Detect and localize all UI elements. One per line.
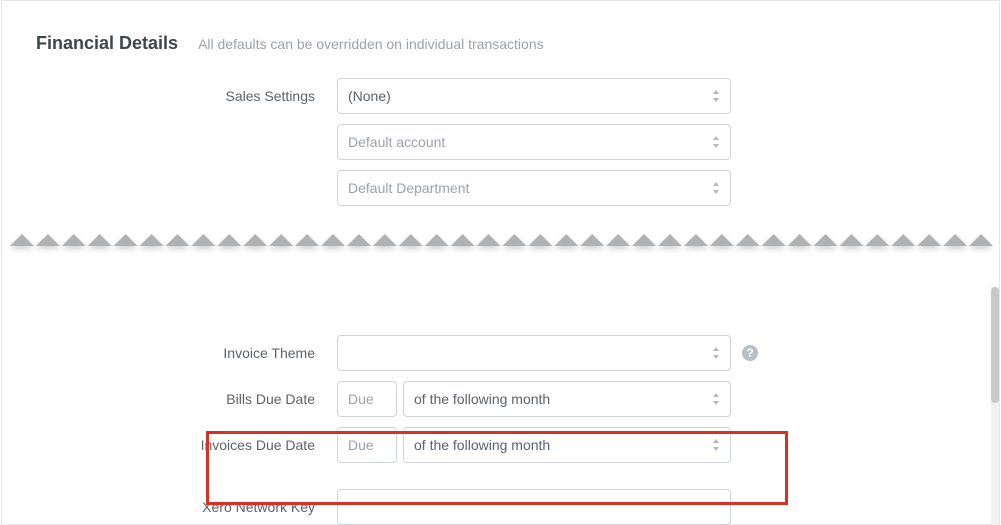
bills-due-placeholder: Due: [348, 391, 374, 407]
help-icon[interactable]: ?: [741, 344, 759, 362]
bills-period-select[interactable]: of the following month: [403, 381, 731, 417]
sort-icon: [710, 135, 722, 149]
bills-period-value: of the following month: [414, 391, 550, 407]
svg-text:?: ?: [746, 346, 753, 360]
label-xero-network-key: Xero Network Key: [2, 499, 337, 515]
form-area-bottom: Invoice Theme ? Bills Due Date Due: [2, 335, 999, 525]
default-department-placeholder: Default Department: [348, 180, 469, 196]
row-default-account: Default account: [2, 124, 999, 160]
sort-icon: [710, 438, 722, 452]
invoices-due-date-combo: Due of the following month: [337, 427, 731, 463]
sales-settings-value: (None): [348, 88, 391, 104]
default-account-placeholder: Default account: [348, 134, 445, 150]
bills-due-input[interactable]: Due: [337, 381, 397, 417]
row-invoice-theme: Invoice Theme ?: [2, 335, 999, 371]
invoices-period-value: of the following month: [414, 437, 550, 453]
bills-due-date-combo: Due of the following month: [337, 381, 731, 417]
section-header: Financial Details All defaults can be ov…: [2, 1, 999, 78]
label-bills-due-date: Bills Due Date: [2, 391, 337, 407]
row-default-department: Default Department: [2, 170, 999, 206]
label-invoices-due-date: Invoices Due Date: [2, 437, 337, 453]
row-bills-due-date: Bills Due Date Due of the following mont…: [2, 381, 999, 417]
default-department-select[interactable]: Default Department: [337, 170, 731, 206]
torn-divider: [2, 224, 999, 260]
row-xero-network-key: Xero Network Key: [2, 489, 999, 525]
label-sales-settings: Sales Settings: [2, 88, 337, 104]
form-area-top: Sales Settings (None) Default account De…: [2, 78, 999, 206]
financial-details-panel: Financial Details All defaults can be ov…: [1, 0, 1000, 525]
invoice-theme-select[interactable]: [337, 335, 731, 371]
section-title: Financial Details: [36, 33, 178, 54]
invoices-due-input[interactable]: Due: [337, 427, 397, 463]
invoices-due-placeholder: Due: [348, 437, 374, 453]
invoices-period-select[interactable]: of the following month: [403, 427, 731, 463]
sort-icon: [710, 89, 722, 103]
scrollbar-track[interactable]: [991, 287, 999, 525]
label-invoice-theme: Invoice Theme: [2, 345, 337, 361]
scrollbar-thumb[interactable]: [991, 287, 999, 403]
section-subtitle: All defaults can be overridden on indivi…: [198, 36, 544, 52]
row-invoices-due-date: Invoices Due Date Due of the following m…: [2, 427, 999, 463]
sales-settings-select[interactable]: (None): [337, 78, 731, 114]
sort-icon: [710, 346, 722, 360]
default-account-select[interactable]: Default account: [337, 124, 731, 160]
sort-icon: [710, 181, 722, 195]
sort-icon: [710, 392, 722, 406]
xero-network-key-input[interactable]: [337, 489, 731, 525]
row-sales-settings: Sales Settings (None): [2, 78, 999, 114]
